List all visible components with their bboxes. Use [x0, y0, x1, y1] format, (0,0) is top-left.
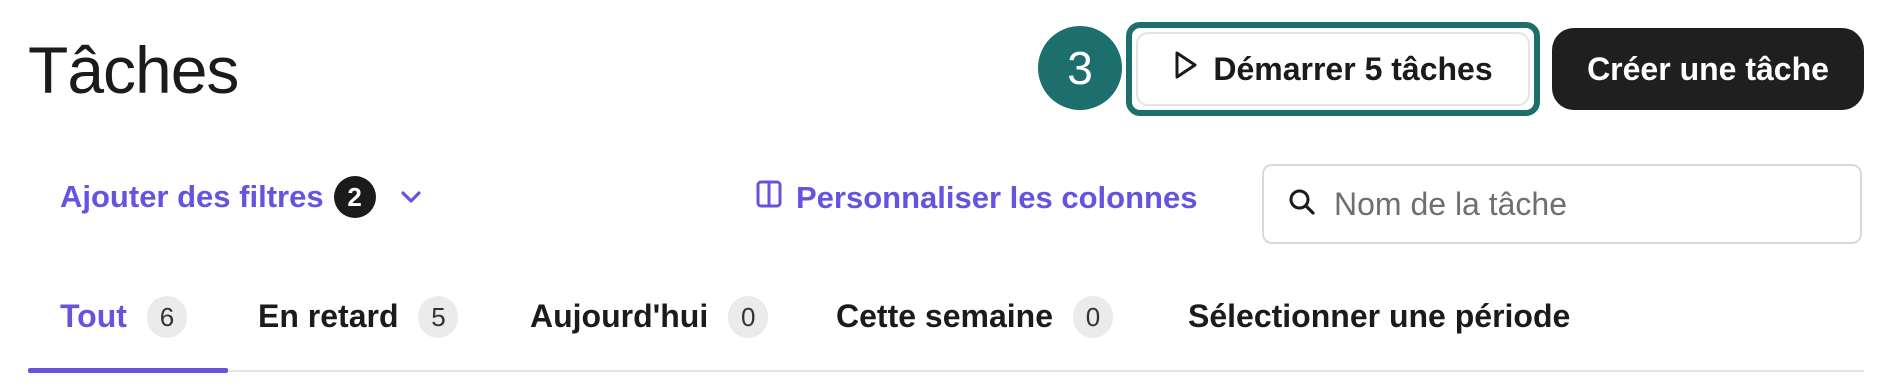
- tab-this-week[interactable]: Cette semaine 0: [836, 290, 1113, 372]
- play-icon: [1173, 50, 1199, 88]
- tab-count-badge: 0: [728, 296, 769, 338]
- tab-count-badge: 0: [1072, 296, 1113, 338]
- tab-select-period[interactable]: Sélectionner une période: [1188, 290, 1570, 372]
- add-filters-button[interactable]: Ajouter des filtres 2: [60, 176, 422, 218]
- active-tab-indicator: [28, 368, 228, 373]
- tab-count-badge: 6: [146, 296, 187, 338]
- search-icon: [1288, 188, 1316, 221]
- tab-bar: Tout 6 En retard 5 Aujourd'hui 0 Cette s…: [28, 290, 1864, 373]
- customize-columns-button[interactable]: Personnaliser les colonnes: [756, 180, 1197, 216]
- search-input[interactable]: [1334, 185, 1814, 223]
- customize-columns-label: Personnaliser les colonnes: [796, 180, 1198, 215]
- create-task-button[interactable]: Créer une tâche: [1552, 28, 1864, 110]
- tab-label: Tout: [60, 298, 127, 334]
- tab-label: Sélectionner une période: [1188, 298, 1571, 334]
- add-filters-label: Ajouter des filtres: [60, 179, 324, 214]
- start-tasks-label: Démarrer 5 tâches: [1213, 50, 1493, 87]
- page-title: Tâches: [28, 33, 239, 107]
- tab-count-badge: 5: [418, 296, 459, 338]
- tab-label: Aujourd'hui: [530, 298, 709, 334]
- columns-icon: [756, 180, 782, 216]
- tab-label: Cette semaine: [836, 298, 1053, 334]
- tab-all[interactable]: Tout 6: [60, 290, 187, 372]
- tab-today[interactable]: Aujourd'hui 0: [530, 290, 769, 372]
- start-tasks-button[interactable]: Démarrer 5 tâches: [1136, 32, 1530, 106]
- search-box[interactable]: [1262, 164, 1862, 244]
- tab-label: En retard: [258, 298, 399, 334]
- filters-count-badge: 2: [333, 176, 376, 218]
- chevron-down-icon: [400, 190, 422, 204]
- step-badge: 3: [1038, 26, 1122, 110]
- tab-overdue[interactable]: En retard 5: [258, 290, 459, 372]
